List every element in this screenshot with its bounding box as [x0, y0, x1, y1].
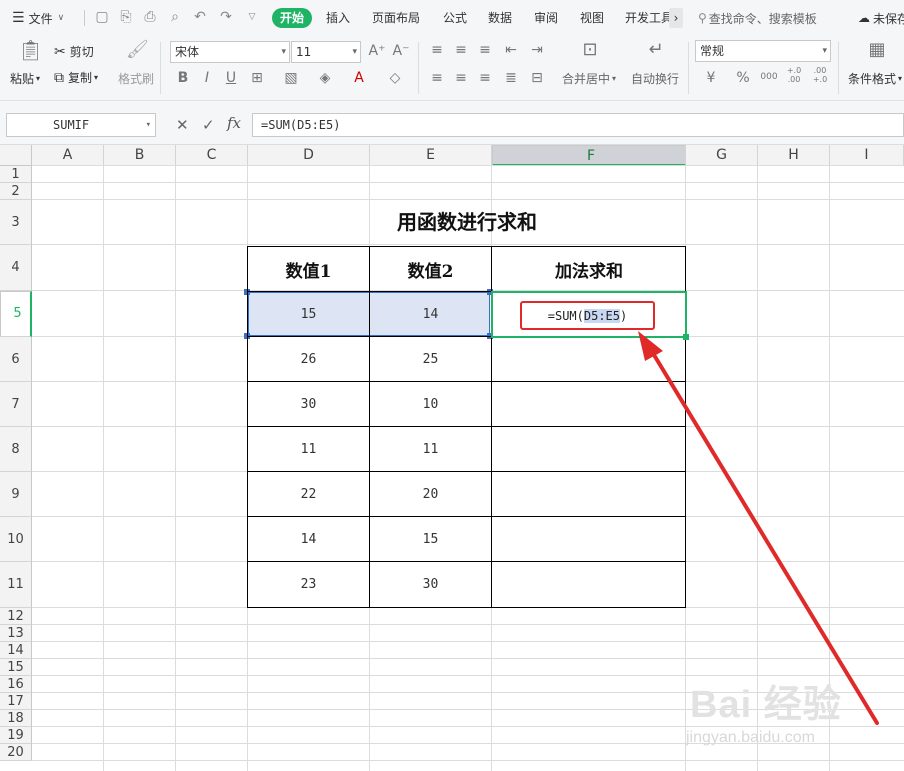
copy-button[interactable]: ⧉ 复制 ▾ [54, 69, 98, 86]
cut-label: 剪切 [69, 45, 94, 59]
copy-label: 复制 [68, 71, 93, 85]
customize-toolbar-icon[interactable]: ▽ [244, 9, 260, 25]
justify-icon[interactable]: ≣ [502, 70, 520, 88]
align-left-icon[interactable]: ≡ [428, 70, 446, 88]
file-menu[interactable]: ☰ 文件 ∨ [12, 0, 64, 36]
paste-icon[interactable]: 📋︎ [18, 40, 43, 66]
preview-icon[interactable]: ⌕ [167, 9, 183, 25]
number-format-select[interactable]: 常规 ▾ [695, 40, 831, 62]
paste-label: 粘贴 [10, 72, 35, 86]
spreadsheet-app: ☰ 文件 ∨ ▢ ⎘ ⎙ ⌕ ↶ ↷ ▽ 开始 插入 页面布局 公式 数据 审阅… [0, 0, 904, 771]
format-painter-icon[interactable]: 🖌︎ [126, 41, 149, 66]
italic-icon[interactable]: I [198, 70, 216, 88]
percent-icon[interactable]: % [734, 70, 752, 88]
tab-page-layout[interactable]: 页面布局 [372, 8, 420, 28]
tab-home[interactable]: 开始 [272, 8, 313, 28]
decrease-indent-icon[interactable]: ⇤ [502, 42, 520, 60]
unsaved-status[interactable]: ☁ 未保存 [858, 0, 904, 36]
font-size-select[interactable]: 11 ▾ [291, 41, 361, 63]
search-placeholder: 查找命令、搜索模板 [708, 11, 817, 26]
wrap-text-label: 自动换行 [631, 72, 680, 86]
tab-review[interactable]: 审阅 [534, 8, 558, 28]
merge-center-icon[interactable]: ⊡ [578, 41, 602, 60]
tab-developer[interactable]: 开发工具 [625, 8, 669, 28]
decrease-font-icon[interactable]: A⁻ [392, 43, 410, 61]
hamburger-icon: ☰ [12, 10, 25, 26]
font-name-select[interactable]: 宋体 ▾ [170, 41, 290, 63]
increase-indent-icon[interactable]: ⇥ [528, 42, 546, 60]
output-icon[interactable]: ⎘ [118, 9, 134, 25]
align-middle-icon[interactable]: ≡ [452, 42, 470, 60]
number-format-value: 常规 [700, 44, 725, 58]
formula-input[interactable]: =SUM(D5:E5) [252, 113, 904, 137]
name-box[interactable]: SUMIF ▾ [6, 113, 156, 137]
increase-font-icon[interactable]: A⁺ [368, 43, 386, 61]
align-top-icon[interactable]: ≡ [428, 42, 446, 60]
ribbon-toolbar: 📋︎ 粘贴 ▾ ✂ 剪切 ⧉ 复制 ▾ 🖌︎ 格式刷 宋体 ▾ 11 ▾ A⁺ A⁻ B… [0, 36, 904, 101]
arrow-head [638, 331, 663, 361]
align-right-icon[interactable]: ≡ [476, 70, 494, 88]
chevron-down-icon: ∨ [57, 13, 65, 23]
merge-center-label: 合并居中 [562, 72, 611, 86]
formula-bar: SUMIF ▾ ✕ ✓ fx =SUM(D5:E5) [0, 101, 904, 145]
conditional-format-button[interactable]: 条件格式 ▾ [848, 70, 902, 87]
paste-button[interactable]: 粘贴 ▾ [10, 70, 40, 87]
search-box[interactable]: ⚲ 查找命令、搜索模板 [698, 0, 817, 36]
baidu-watermark-logo: Bai 经验 [690, 684, 842, 726]
font-name-value: 宋体 [175, 45, 200, 59]
copy-icon: ⧉ [54, 69, 64, 86]
file-menu-label: 文件 [28, 11, 53, 26]
arrow-shaft [646, 343, 879, 725]
wrap-text-button[interactable]: 自动换行 [631, 70, 679, 87]
cut-button[interactable]: ✂ 剪切 [54, 43, 94, 60]
name-box-value: SUMIF [53, 118, 90, 132]
tab-view[interactable]: 视图 [580, 8, 604, 28]
cloud-icon: ☁ [858, 11, 870, 25]
distributed-align-icon[interactable]: ⊟ [528, 70, 546, 88]
chevron-down-icon: ▾ [145, 120, 151, 130]
tab-insert[interactable]: 插入 [326, 8, 350, 28]
format-painter-button[interactable]: 格式刷 [118, 70, 154, 87]
fill-pattern-icon[interactable]: ▧ [282, 70, 300, 88]
thousands-icon[interactable]: 000 [758, 69, 780, 87]
insert-function-icon[interactable]: fx [227, 114, 241, 132]
wrap-text-icon[interactable]: ↵ [644, 41, 668, 60]
confirm-formula-icon[interactable]: ✓ [202, 116, 215, 134]
align-bottom-icon[interactable]: ≡ [476, 42, 494, 60]
redo-icon[interactable]: ↷ [218, 9, 234, 25]
currency-icon[interactable]: ¥ [702, 70, 720, 88]
conditional-format-icon[interactable]: ▦ [866, 41, 888, 60]
tab-formulas[interactable]: 公式 [443, 8, 467, 28]
increase-decimal-icon[interactable]: +.0 .00 [784, 66, 804, 84]
format-painter-label: 格式刷 [118, 72, 155, 86]
baidu-watermark-url: jingyan.baidu.com [686, 729, 815, 746]
unsaved-label: 未保存 [873, 11, 904, 26]
decrease-decimal-icon[interactable]: .00 +.0 [810, 66, 830, 84]
fill-color-icon[interactable]: ◈ [316, 70, 334, 88]
merge-center-button[interactable]: 合并居中 ▾ [562, 70, 616, 87]
border-icon[interactable]: ⊞ [248, 70, 266, 88]
underline-icon[interactable]: U [222, 70, 240, 88]
formula-text: =SUM(D5:E5) [261, 118, 341, 132]
clear-format-icon[interactable]: ◇ [386, 70, 404, 88]
cancel-formula-icon[interactable]: ✕ [176, 116, 189, 134]
menu-bar: ☰ 文件 ∨ ▢ ⎘ ⎙ ⌕ ↶ ↷ ▽ 开始 插入 页面布局 公式 数据 审阅… [0, 0, 904, 36]
save-icon[interactable]: ▢ [94, 9, 110, 25]
conditional-format-label: 条件格式 [848, 72, 897, 86]
search-icon: ⚲ [698, 11, 707, 25]
bold-icon[interactable]: B [174, 70, 192, 88]
print-icon[interactable]: ⎙ [142, 9, 158, 25]
undo-icon[interactable]: ↶ [192, 9, 208, 25]
sheet-grid[interactable]: ABCDEFGHI 1 2 3 4 5 6 7 8 9 10 11 12 13 14 15 16 17 18 19 2… [0, 145, 904, 771]
font-size-value: 11 [296, 45, 312, 59]
more-tabs-icon[interactable]: › [669, 8, 683, 28]
scissors-icon: ✂ [54, 43, 66, 60]
font-color-icon[interactable]: A [350, 70, 368, 88]
align-center-icon[interactable]: ≡ [452, 70, 470, 88]
tab-data[interactable]: 数据 [488, 8, 512, 28]
